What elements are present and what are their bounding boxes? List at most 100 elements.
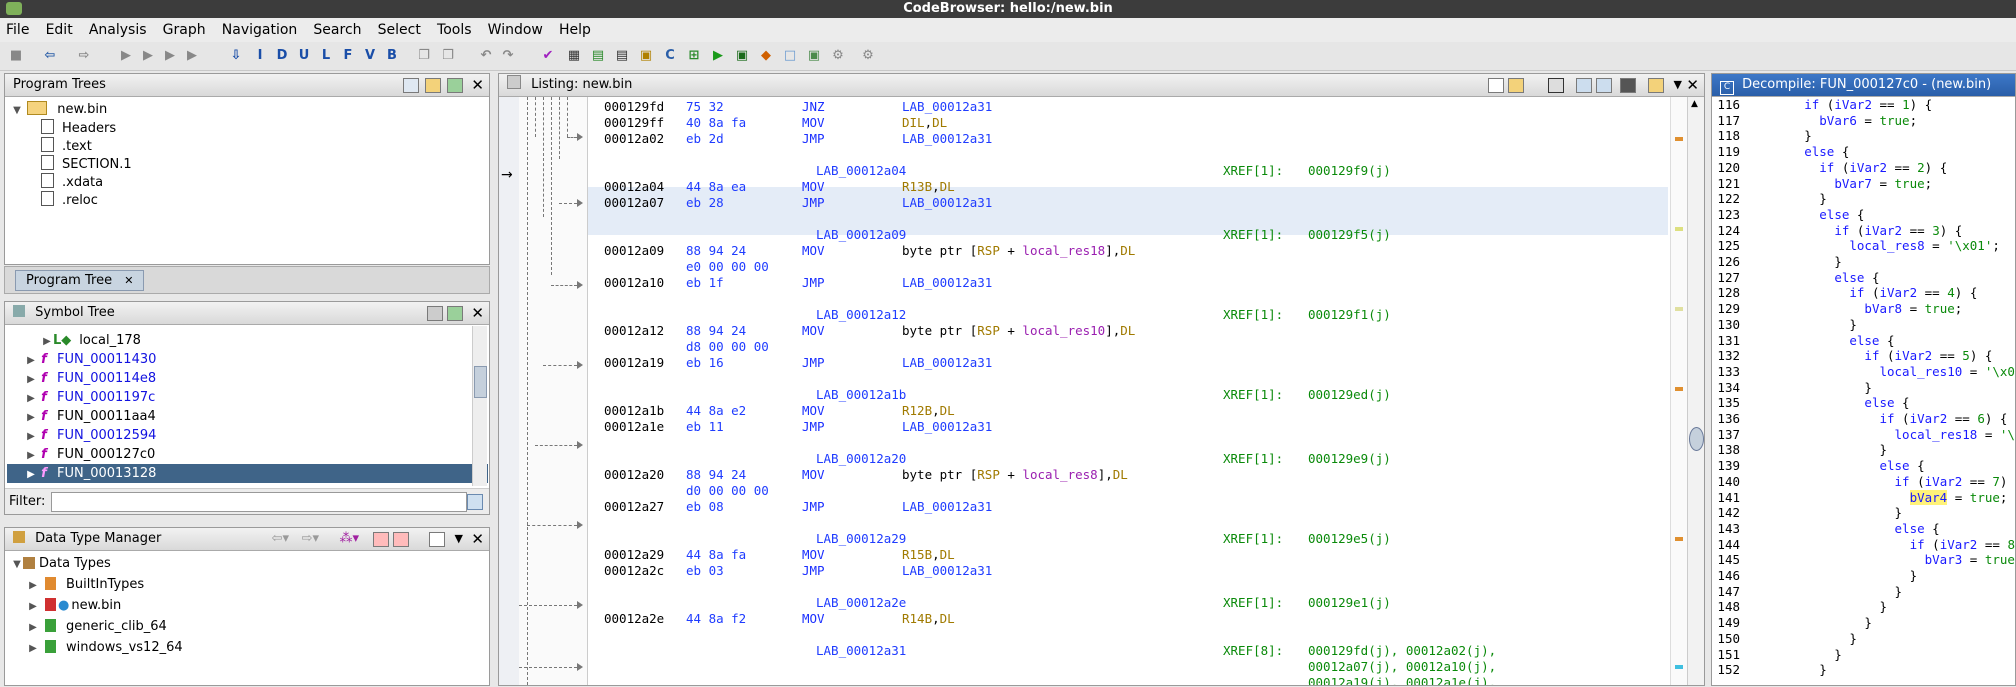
listing-row[interactable]: LAB_00012a20 XREF[1]: 000129e9(j) (588, 451, 1668, 467)
decompile-code-text[interactable]: bVar7 = true; (1744, 176, 1932, 191)
listing-mnemonic[interactable]: JMP (802, 419, 825, 435)
decompile-line[interactable]: 133 local_res10 = '\x01'; (1712, 364, 2015, 380)
listing-operand[interactable]: LAB_00012a31 (902, 195, 992, 211)
decompile-code-text[interactable]: bVar3 = true; (1744, 552, 2015, 567)
tree-item-reloc[interactable]: .reloc (41, 191, 98, 210)
listing-row[interactable] (588, 371, 1668, 387)
table-icon[interactable]: ▤ (590, 48, 606, 64)
chevron-right-icon[interactable]: ▶ (25, 446, 37, 465)
decompile-line[interactable]: 120 if (iVar2 == 2) { (1712, 160, 2015, 176)
decompile-code-text[interactable]: } (1744, 615, 1872, 630)
datatypes-item-clib[interactable]: ▶ generic_clib_64 (27, 617, 167, 636)
listing-xref-target[interactable]: 000129f9(j) (1308, 163, 1391, 179)
listing-code[interactable]: 000129fd 75 32 JNZ LAB_00012a31 000129ff 40 8… (588, 99, 1668, 685)
decompile-line[interactable]: 141 bVar4 = true; (1712, 489, 2015, 506)
chevron-down-icon[interactable]: ▼ (11, 101, 23, 120)
decompile-code-text[interactable]: else { (1744, 395, 1909, 410)
listing-bytes[interactable]: e0 00 00 00 (686, 259, 769, 275)
decompile-code-text[interactable]: if (iVar2 == 3) { (1744, 223, 1962, 238)
menu-analysis[interactable]: Analysis (83, 18, 153, 42)
listing-row[interactable] (588, 147, 1668, 163)
menu-select[interactable]: Select (372, 18, 427, 42)
bookmark-marker[interactable] (1675, 137, 1683, 141)
listing-address[interactable]: 00012a2e (604, 611, 664, 627)
listing-label[interactable]: LAB_00012a1b (816, 387, 906, 403)
gear-icon[interactable]: ⚙ (860, 48, 876, 64)
open-tree-icon[interactable] (425, 78, 441, 93)
bookmark-marker[interactable] (1675, 387, 1683, 391)
listing-bytes[interactable]: 88 94 24 (686, 243, 746, 259)
nav-data-icon[interactable]: ▶ (184, 48, 200, 64)
scrollbar-thumb[interactable] (1689, 427, 1704, 451)
listing-row[interactable]: 00012a04 44 8a ea MOV R13B,DL (588, 179, 1668, 195)
decompile-code-text[interactable]: } (1744, 584, 1903, 599)
listing-operand[interactable]: LAB_00012a31 (902, 355, 992, 371)
datatypes-item-windows[interactable]: ▶ windows_vs12_64 (27, 638, 183, 657)
listing-bytes[interactable]: eb 16 (686, 355, 724, 371)
redo-icon[interactable]: ↷ (500, 48, 516, 64)
new-tree-icon[interactable] (403, 78, 419, 93)
close-icon[interactable]: ✕ (471, 74, 484, 96)
decompile-line[interactable]: 121 bVar7 = true; (1712, 176, 2015, 192)
decompile-code-text[interactable]: if (iVar2 == 7) { (1744, 474, 2015, 489)
calculator-icon[interactable]: ▦ (566, 48, 582, 64)
copy-icon[interactable] (1488, 78, 1504, 93)
listing-row[interactable] (588, 435, 1668, 451)
bookmark-marker[interactable] (1675, 227, 1683, 231)
decompile-code-text[interactable]: if (iVar2 == 1) { (1744, 97, 1932, 112)
decompile-line[interactable]: 118 } (1712, 128, 2015, 144)
listing-xref-target[interactable]: 000129f1(j) (1308, 307, 1391, 323)
overview-bar[interactable] (1670, 97, 1687, 685)
decompile-line[interactable]: 124 if (iVar2 == 3) { (1712, 223, 2015, 239)
checkmark-icon[interactable]: ✔ (540, 48, 556, 64)
symbol-item-fun-0001197c[interactable]: ▶ f FUN_0001197c (25, 388, 155, 407)
filter-options-icon[interactable] (467, 494, 483, 510)
decompile-line[interactable]: 140 if (iVar2 == 7) { (1712, 474, 2015, 490)
listing-xref[interactable]: XREF[1]: (1223, 227, 1283, 243)
listing-operand[interactable]: LAB_00012a31 (902, 419, 992, 435)
listing-row[interactable]: 00012a19 eb 16 JMP LAB_00012a31 (588, 355, 1668, 371)
decompile-line[interactable]: 149 } (1712, 615, 2015, 631)
tab-program-tree[interactable]: Program Tree ✕ (15, 270, 145, 291)
listing-bytes[interactable]: 44 8a ea (686, 179, 746, 195)
listing-mnemonic[interactable]: JMP (802, 355, 825, 371)
decompile-code-text[interactable]: } (1744, 505, 1903, 520)
listing-xref-target[interactable]: 000129f5(j) (1308, 227, 1391, 243)
tree-item-section1[interactable]: SECTION.1 (41, 155, 132, 174)
symbol-item-fun-000114e8[interactable]: ▶ f FUN_000114e8 (25, 369, 156, 388)
listing-xref-target[interactable]: 000129e1(j) (1308, 595, 1391, 611)
listing-mnemonic[interactable]: JMP (802, 195, 825, 211)
decompile-code-text[interactable]: if (iVar2 == 6) { (1744, 411, 2007, 426)
listing-row[interactable]: 00012a1e eb 11 JMP LAB_00012a31 (588, 419, 1668, 435)
datatypes-item-newbin[interactable]: ▶ ● new.bin (27, 596, 121, 615)
listing-operand[interactable]: DIL,DL (902, 115, 947, 131)
listing-operand[interactable]: R12B,DL (902, 403, 955, 419)
chevron-right-icon[interactable]: ▶ (25, 351, 37, 370)
listing-bytes[interactable]: d0 00 00 00 (686, 483, 769, 499)
decompile-line[interactable]: 117 bVar6 = true; (1712, 113, 2015, 129)
scrollbar[interactable] (472, 326, 487, 486)
minimize-icon[interactable] (429, 532, 445, 547)
listing-bytes[interactable]: eb 2d (686, 131, 724, 147)
listing-operand[interactable]: LAB_00012a31 (902, 563, 992, 579)
symbol-item-fun-00011aa4[interactable]: ▶ f FUN_00011aa4 (25, 407, 156, 426)
listing-address[interactable]: 00012a04 (604, 179, 664, 195)
menu-tools[interactable]: Tools (431, 18, 478, 42)
window-icon[interactable]: □ (782, 48, 798, 64)
chevron-right-icon[interactable]: ▶ (27, 597, 39, 616)
listing-address[interactable]: 00012a1e (604, 419, 664, 435)
decompile-code-text[interactable]: } (1744, 317, 1857, 332)
tree-root[interactable]: ▼ new.bin (11, 100, 107, 119)
chevron-right-icon[interactable]: ▶ (27, 618, 39, 637)
listing-xref-target[interactable]: 00012a07(j), 00012a10(j), (1308, 659, 1496, 675)
tree-item-xdata[interactable]: .xdata (41, 173, 103, 192)
decompile-code-text[interactable]: else { (1744, 270, 1879, 285)
listing-address[interactable]: 00012a07 (604, 195, 664, 211)
listing-row[interactable]: 00012a1b 44 8a e2 MOV R12B,DL (588, 403, 1668, 419)
chevron-down-icon[interactable]: ▼ (1674, 74, 1682, 96)
listing-row[interactable]: d8 00 00 00 (588, 339, 1668, 355)
diamond-icon[interactable]: ◆ (758, 48, 774, 64)
decompile-code-text[interactable]: bVar4 = true; (1744, 489, 2007, 505)
listing-label[interactable]: LAB_00012a20 (816, 451, 906, 467)
listing-row[interactable]: e0 00 00 00 (588, 259, 1668, 275)
